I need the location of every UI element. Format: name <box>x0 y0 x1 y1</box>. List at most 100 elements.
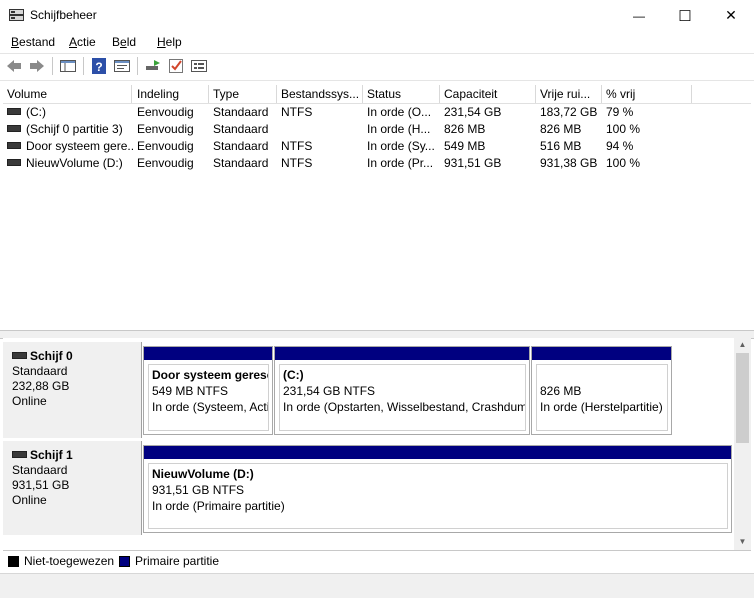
cell-capaciteit: 231,54 GB <box>444 105 502 119</box>
partition-size: 931,51 GB NTFS <box>152 483 245 497</box>
settings-icon[interactable] <box>190 57 208 75</box>
cell-volume: NieuwVolume (D:) <box>3 155 133 172</box>
console-tree-icon[interactable] <box>59 57 77 75</box>
toolbar-separator <box>52 57 53 75</box>
partition-size: 549 MB NTFS <box>152 384 229 398</box>
maximize-button[interactable]: ☐ <box>662 0 708 31</box>
table-row[interactable]: NieuwVolume (D:) Eenvoudig Standaard NTF… <box>3 155 751 172</box>
legend-unallocated: Niet-toegewezen <box>24 554 115 568</box>
cell-type: Standaard <box>213 156 269 170</box>
cell-status: In orde (O... <box>367 105 432 119</box>
menu-beeld-label: ld <box>126 35 137 49</box>
close-button[interactable]: ✕ <box>708 0 754 31</box>
column-capaciteit[interactable]: Capaciteit <box>440 85 536 103</box>
minimize-button[interactable]: — <box>616 0 662 31</box>
cell-capaciteit: 931,51 GB <box>444 156 502 170</box>
cell-fs: NTFS <box>281 139 313 153</box>
disk-0-label[interactable]: Schijf 0 Standaard 232,88 GB Online <box>3 342 142 438</box>
table-row[interactable]: (C:) Eenvoudig Standaard NTFS In orde (O… <box>3 104 751 121</box>
cell-vrij: 826 MB <box>540 122 582 136</box>
partition-name: Door systeem gereserveerd <box>152 368 268 382</box>
cell-indeling: Eenvoudig <box>137 156 194 170</box>
scroll-down-icon[interactable]: ▼ <box>734 537 751 546</box>
legend-primary: Primaire partitie <box>135 554 220 568</box>
help-icon[interactable]: ? <box>90 57 108 75</box>
cell-type: Standaard <box>213 122 269 136</box>
column-indeling[interactable]: Indeling <box>133 85 209 103</box>
cell-fs: NTFS <box>281 105 313 119</box>
cell-vrij: 516 MB <box>540 139 582 153</box>
maximize-icon: ☐ <box>678 7 692 25</box>
menu-actie-label: ctie <box>77 35 96 49</box>
disk-1-label[interactable]: Schijf 1 Standaard 931,51 GB Online <box>3 441 142 535</box>
partition-name: (C:) <box>283 368 304 382</box>
partition-content: 826 MB In orde (Herstelpartitie) <box>536 364 668 431</box>
cell-pct: 100 % <box>606 122 641 136</box>
window-title: Schijfbeheer <box>30 8 97 22</box>
menu-beeld-pre: B <box>112 35 121 49</box>
volume-list-header: Volume Indeling Type Bestandssys... Stat… <box>3 85 751 104</box>
disk-1-state: Online <box>12 493 47 507</box>
cell-volume: Door systeem gere... <box>3 138 133 155</box>
menu-beeld[interactable]: Beld <box>112 35 136 49</box>
partition-d[interactable]: NieuwVolume (D:) 931,51 GB NTFS In orde … <box>143 445 732 533</box>
status-bar <box>0 573 754 598</box>
disk-0-state: Online <box>12 394 47 408</box>
scrollbar-thumb[interactable] <box>736 353 749 443</box>
svg-text:?: ? <box>95 60 102 74</box>
column-type[interactable]: Type <box>209 85 277 103</box>
partition-size: 826 MB <box>540 384 582 398</box>
disk-icon <box>12 352 27 360</box>
menu-help[interactable]: Help <box>157 35 182 49</box>
toolbar-separator <box>137 57 138 75</box>
partition-status: In orde (Herstelpartitie) <box>540 400 663 414</box>
legend-swatch-primary <box>119 556 130 567</box>
cell-vrij: 931,38 GB <box>540 156 598 170</box>
cell-indeling: Eenvoudig <box>137 122 194 136</box>
cell-status: In orde (H... <box>367 122 431 136</box>
partition-system-reserved[interactable]: Door systeem gereserveerd 549 MB NTFS In… <box>143 346 273 435</box>
properties-icon[interactable] <box>113 57 131 75</box>
column-status[interactable]: Status <box>363 85 440 103</box>
menu-help-label: elp <box>165 35 182 49</box>
check-icon[interactable] <box>167 57 185 75</box>
menu-bestand[interactable]: Bestand <box>11 35 55 49</box>
disk-1-size: 931,51 GB <box>12 478 70 492</box>
table-row[interactable]: (Schijf 0 partitie 3) Eenvoudig Standaar… <box>3 121 751 138</box>
partition-type-bar <box>144 347 272 360</box>
cell-volume: (Schijf 0 partitie 3) <box>3 121 133 138</box>
column-pct-vrij[interactable]: % vrij <box>602 85 692 103</box>
partition-content: (C:) 231,54 GB NTFS In orde (Opstarten, … <box>279 364 526 431</box>
disk-1-name-line: Schijf 1 <box>12 448 73 462</box>
connect-icon[interactable] <box>144 57 162 75</box>
partition-status: In orde (Primaire partitie) <box>152 499 285 513</box>
menu-actie[interactable]: Actie <box>69 35 96 49</box>
menu-beeld-accel: e <box>120 35 127 49</box>
disk-management-icon <box>9 9 24 21</box>
partition-size: 231,54 GB NTFS <box>283 384 376 398</box>
cell-capaciteit: 826 MB <box>444 122 486 136</box>
volume-icon <box>7 108 21 116</box>
volume-name: (C:) <box>26 105 46 119</box>
volume-name: Door systeem gere... <box>26 139 133 153</box>
table-row[interactable]: Door systeem gere... Eenvoudig Standaard… <box>3 138 751 155</box>
column-vrije-ruimte[interactable]: Vrije rui... <box>536 85 602 103</box>
forward-icon[interactable] <box>28 57 46 75</box>
menu-bestand-accel: B <box>11 35 20 49</box>
cell-fs: NTFS <box>281 156 313 170</box>
partition-status: In orde (Opstarten, Wisselbestand, Crash… <box>283 400 525 414</box>
scroll-up-icon[interactable]: ▲ <box>734 340 751 349</box>
column-bestandssysteem[interactable]: Bestandssys... <box>277 85 363 103</box>
column-volume[interactable]: Volume <box>3 85 132 103</box>
partition-c[interactable]: (C:) 231,54 GB NTFS In orde (Opstarten, … <box>274 346 530 435</box>
menu-help-accel: H <box>157 35 166 49</box>
partition-type-bar <box>144 446 731 459</box>
cell-pct: 79 % <box>606 105 634 119</box>
cell-indeling: Eenvoudig <box>137 105 194 119</box>
partition-recovery[interactable]: 826 MB In orde (Herstelpartitie) <box>531 346 672 435</box>
back-icon[interactable] <box>5 57 23 75</box>
volume-name: NieuwVolume (D:) <box>26 156 123 170</box>
cell-indeling: Eenvoudig <box>137 139 194 153</box>
cell-capaciteit: 549 MB <box>444 139 486 153</box>
menu-bestand-label: estand <box>19 35 56 49</box>
